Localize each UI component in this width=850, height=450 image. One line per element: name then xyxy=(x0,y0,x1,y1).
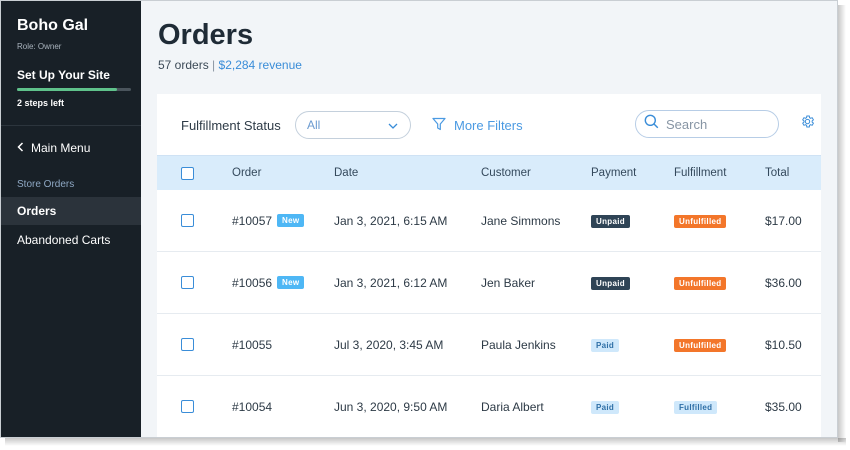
summary-separator: | xyxy=(212,58,216,72)
setup-progress-bar xyxy=(17,88,131,91)
steps-left: 2 steps left xyxy=(17,98,65,108)
table-header: Order Date Customer Payment Fulfillment … xyxy=(157,155,821,190)
payment-status-badge: Paid xyxy=(591,401,620,414)
row-checkbox[interactable] xyxy=(181,214,194,227)
table-row[interactable]: #10054 Jun 3, 2020, 9:50 AM Daria Albert… xyxy=(157,376,821,437)
customer-name: Paula Jenkins xyxy=(481,338,556,352)
fulfillment-status-badge: Unfulfilled xyxy=(674,215,727,228)
row-checkbox[interactable] xyxy=(181,338,194,351)
page-title: Orders xyxy=(158,19,254,51)
orders-card: Fulfillment Status All More Filters Orde… xyxy=(157,94,821,437)
setup-site-link[interactable]: Set Up Your Site xyxy=(17,68,110,82)
site-name: Boho Gal xyxy=(17,17,89,34)
sidebar-item-orders[interactable]: Orders xyxy=(1,197,141,225)
app-window: Boho Gal Role: Owner Set Up Your Site 2 … xyxy=(0,0,838,438)
order-total: $10.50 xyxy=(765,338,802,352)
orders-summary: 57 orders | $2,284 revenue xyxy=(158,58,302,72)
main-menu-button[interactable]: Main Menu xyxy=(17,141,90,155)
new-badge: New xyxy=(277,276,305,289)
order-total: $36.00 xyxy=(765,276,802,290)
customer-name: Jen Baker xyxy=(481,276,536,290)
fulfillment-status-label: Fulfillment Status xyxy=(181,118,281,133)
user-role: Role: Owner xyxy=(17,42,62,51)
new-badge: New xyxy=(277,214,305,227)
column-header-payment[interactable]: Payment xyxy=(591,167,636,179)
fulfillment-status-dropdown[interactable]: All xyxy=(295,111,411,139)
column-header-customer[interactable]: Customer xyxy=(481,167,531,179)
row-checkbox[interactable] xyxy=(181,400,194,413)
gear-icon[interactable] xyxy=(800,114,815,134)
chevron-down-icon xyxy=(388,120,398,134)
customer-name: Jane Simmons xyxy=(481,214,561,228)
table-row[interactable]: #10056 New Jan 3, 2021, 6:12 AM Jen Bake… xyxy=(157,252,821,314)
column-header-total[interactable]: Total xyxy=(765,167,789,179)
order-number: #10057 xyxy=(232,214,273,228)
order-date: Jan 3, 2021, 6:12 AM xyxy=(334,276,448,290)
sidebar: Boho Gal Role: Owner Set Up Your Site 2 … xyxy=(1,1,141,437)
sidebar-item-label: Orders xyxy=(17,204,57,218)
select-all-checkbox[interactable] xyxy=(181,167,194,180)
order-total: $17.00 xyxy=(765,214,802,228)
column-header-fulfillment[interactable]: Fulfillment xyxy=(674,167,726,179)
sidebar-divider xyxy=(1,125,141,126)
payment-status-badge: Paid xyxy=(591,339,620,352)
filter-icon xyxy=(432,117,446,134)
order-number: #10055 xyxy=(232,338,273,352)
order-number: #10054 xyxy=(232,400,273,414)
order-number: #10056 xyxy=(232,276,273,290)
sidebar-item-label: Abandoned Carts xyxy=(17,233,111,247)
search-icon xyxy=(644,114,659,134)
order-count: 57 orders xyxy=(158,58,209,72)
section-label-store-orders: Store Orders xyxy=(17,179,75,190)
payment-status-badge: Unpaid xyxy=(591,215,630,228)
column-header-date[interactable]: Date xyxy=(334,167,358,179)
window-shadow-bottom xyxy=(5,438,846,446)
order-date: Jul 3, 2020, 3:45 AM xyxy=(334,338,444,352)
fulfillment-status-badge: Unfulfilled xyxy=(674,277,727,290)
table-row[interactable]: #10055 Jul 3, 2020, 3:45 AM Paula Jenkin… xyxy=(157,314,821,376)
order-date: Jan 3, 2021, 6:15 AM xyxy=(334,214,448,228)
search-input[interactable] xyxy=(666,116,766,132)
order-total: $35.00 xyxy=(765,400,802,414)
row-checkbox[interactable] xyxy=(181,276,194,289)
chevron-left-icon xyxy=(17,141,24,155)
dropdown-value: All xyxy=(307,118,321,132)
setup-progress-fill xyxy=(17,88,118,91)
main-menu-label: Main Menu xyxy=(31,141,91,155)
fulfillment-status-badge: Fulfilled xyxy=(674,401,718,414)
sidebar-item-abandoned-carts[interactable]: Abandoned Carts xyxy=(1,226,141,254)
window-shadow-right xyxy=(838,5,846,442)
revenue-total: $2,284 revenue xyxy=(218,58,302,72)
more-filters-label: More Filters xyxy=(454,118,523,133)
order-date: Jun 3, 2020, 9:50 AM xyxy=(334,400,448,414)
table-row[interactable]: #10057 New Jan 3, 2021, 6:15 AM Jane Sim… xyxy=(157,190,821,252)
payment-status-badge: Unpaid xyxy=(591,277,630,290)
more-filters-button[interactable]: More Filters xyxy=(432,117,523,134)
customer-name: Daria Albert xyxy=(481,400,544,414)
fulfillment-status-badge: Unfulfilled xyxy=(674,339,727,352)
search-box[interactable] xyxy=(635,110,779,138)
column-header-order[interactable]: Order xyxy=(232,167,261,179)
